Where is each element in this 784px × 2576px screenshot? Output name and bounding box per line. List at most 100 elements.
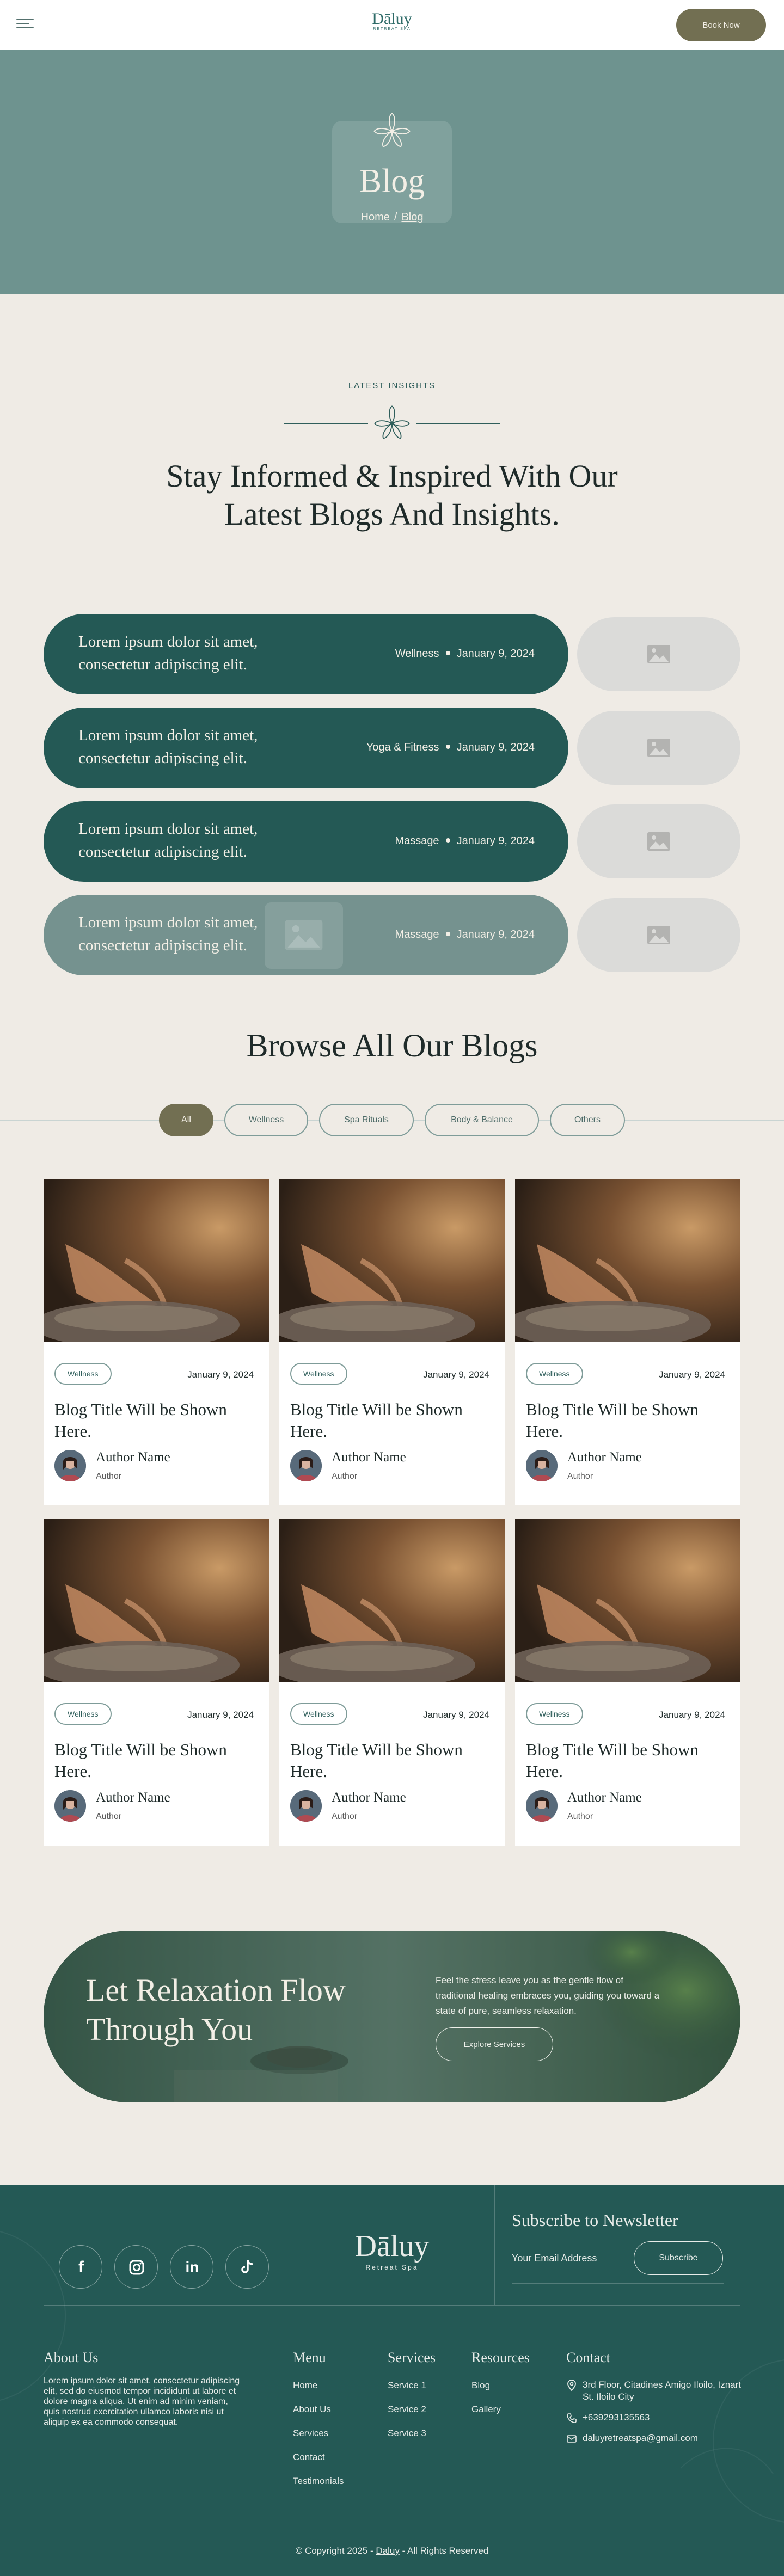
facebook-icon[interactable]: f	[59, 2245, 102, 2289]
section-title: Stay Informed & Inspired With Our Latest…	[0, 457, 784, 533]
contact-email[interactable]: daluyretreatspa@gmail.com	[566, 2432, 751, 2444]
latest-post-row[interactable]: Lorem ipsum dolor sit amet, consectetur …	[44, 614, 740, 694]
menu-icon[interactable]	[16, 19, 34, 30]
blog-card-title[interactable]: Blog Title Will be Shown Here.	[54, 1399, 250, 1442]
menu-title: Menu	[293, 2350, 326, 2365]
blog-card-title[interactable]: Blog Title Will be Shown Here.	[526, 1739, 722, 1782]
footer-link-services[interactable]: Services	[293, 2428, 344, 2452]
flower-icon	[373, 113, 411, 147]
latest-insights-section: LATEST INSIGHTS Stay Informed & Inspired…	[0, 294, 784, 1034]
latest-post-thumbnail[interactable]	[577, 898, 740, 972]
breadcrumb-home[interactable]: Home	[361, 211, 390, 223]
latest-post-thumbnail[interactable]	[577, 711, 740, 785]
filter-body-balance[interactable]: Body & Balance	[425, 1104, 539, 1136]
browse-title: Browse All Our Blogs	[246, 1028, 538, 1063]
blog-card[interactable]: Wellness January 9, 2024 Blog Title Will b…	[44, 1519, 269, 1846]
blog-card-title[interactable]: Blog Title Will be Shown Here.	[54, 1739, 250, 1782]
address-text: 3rd Floor, Citadines Amigo Iloilo, Iznar…	[583, 2380, 742, 2402]
latest-post-pill[interactable]: Lorem ipsum dolor sit amet, consectetur …	[44, 708, 568, 788]
latest-post-pill-hover[interactable]: Lorem ipsum dolor sit amet, consectetur …	[44, 895, 568, 975]
breadcrumb-current[interactable]: Blog	[401, 211, 423, 223]
footer-link-service-3[interactable]: Service 3	[388, 2428, 426, 2452]
author-role: Author	[332, 1812, 358, 1821]
footer-link-service-1[interactable]: Service 1	[388, 2380, 426, 2404]
section-title-line-2: Latest Blogs And Insights.	[224, 496, 560, 532]
filter-others[interactable]: Others	[550, 1104, 625, 1136]
site-logo[interactable]: Dāluy RETREAT SPA	[370, 11, 414, 32]
latest-post-thumbnail[interactable]	[577, 617, 740, 691]
section-eyebrow: LATEST INSIGHTS	[348, 381, 436, 390]
latest-post-row[interactable]: Lorem ipsum dolor sit amet, consectetur …	[44, 708, 740, 788]
blog-card-tag[interactable]: Wellness	[54, 1703, 112, 1725]
latest-post-row[interactable]: Lorem ipsum dolor sit amet, consectetur …	[44, 801, 740, 882]
phone-icon	[567, 2413, 577, 2423]
blog-card-image[interactable]	[44, 1519, 269, 1682]
latest-post-meta: Yoga & Fitness January 9, 2024	[366, 741, 535, 754]
contact-info: 3rd Floor, Citadines Amigo Iloilo, Iznar…	[566, 2379, 751, 2453]
footer-link-contact[interactable]: Contact	[293, 2452, 344, 2476]
flower-icon	[374, 405, 410, 439]
blog-card[interactable]: Wellness January 9, 2024 Blog Title Will b…	[515, 1519, 740, 1846]
book-now-button[interactable]: Book Now	[676, 9, 766, 41]
latest-post-thumbnail[interactable]	[577, 804, 740, 878]
post-category: Yoga & Fitness	[366, 741, 439, 753]
blog-card-tag[interactable]: Wellness	[54, 1363, 112, 1385]
post-date: January 9, 2024	[456, 741, 535, 753]
footer-resources-links: Blog Gallery	[471, 2380, 501, 2428]
blog-card-image[interactable]	[279, 1179, 505, 1342]
blog-card-tag[interactable]: Wellness	[290, 1363, 347, 1385]
blog-card-tag[interactable]: Wellness	[526, 1363, 583, 1385]
explore-services-button[interactable]: Explore Services	[436, 2027, 553, 2061]
contact-phone[interactable]: +639293135563	[566, 2412, 751, 2424]
footer-link-about[interactable]: About Us	[293, 2404, 344, 2428]
footer-link-gallery[interactable]: Gallery	[471, 2404, 501, 2428]
latest-post-row[interactable]: Lorem ipsum dolor sit amet, consectetur …	[44, 895, 740, 975]
latest-post-title: Lorem ipsum dolor sit amet, consectetur …	[78, 914, 258, 954]
footer-link-blog[interactable]: Blog	[471, 2380, 501, 2404]
subscribe-button[interactable]: Subscribe	[634, 2241, 723, 2275]
latest-post-pill[interactable]: Lorem ipsum dolor sit amet, consectetur …	[44, 801, 568, 882]
blog-card-image[interactable]	[44, 1179, 269, 1342]
blog-card[interactable]: Wellness January 9, 2024 Blog Title Will b…	[279, 1519, 505, 1846]
footer-logo-name: Dāluy	[354, 2229, 430, 2263]
filter-wellness[interactable]: Wellness	[224, 1104, 308, 1136]
blog-card-date: January 9, 2024	[187, 1369, 254, 1380]
blog-card[interactable]: Wellness January 9, 2024 Blog Title Will b…	[279, 1179, 505, 1505]
footer-link-home[interactable]: Home	[293, 2380, 344, 2404]
filter-all[interactable]: All	[159, 1104, 213, 1136]
blog-card-image[interactable]	[279, 1519, 505, 1682]
latest-post-title: Lorem ipsum dolor sit amet, consectetur …	[78, 633, 258, 673]
blog-card-title[interactable]: Blog Title Will be Shown Here.	[526, 1399, 722, 1442]
site-footer: f in Dāluy Retreat Spa Subscribe to News…	[0, 2185, 784, 2576]
blog-card-tag[interactable]: Wellness	[290, 1703, 347, 1725]
filter-spa-rituals[interactable]: Spa Rituals	[319, 1104, 414, 1136]
blog-card-tag[interactable]: Wellness	[526, 1703, 583, 1725]
blog-card-image[interactable]	[515, 1179, 740, 1342]
blog-card[interactable]: Wellness January 9, 2024 Blog Title Will b…	[515, 1179, 740, 1505]
author-avatar	[526, 1790, 558, 1822]
cta-title-line-2: Through You	[86, 2012, 253, 2047]
latest-post-pill[interactable]: Lorem ipsum dolor sit amet, consectetur …	[44, 614, 568, 694]
copyright-brand-link[interactable]: Daluy	[376, 2546, 399, 2556]
instagram-icon[interactable]	[114, 2245, 158, 2289]
blog-card-title[interactable]: Blog Title Will be Shown Here.	[290, 1399, 486, 1442]
linkedin-icon[interactable]: in	[170, 2245, 213, 2289]
cta-title-line-1: Let Relaxation Flow	[86, 1972, 346, 2008]
blog-card[interactable]: Wellness January 9, 2024 Blog Title Will b…	[44, 1179, 269, 1505]
cta-title: Let Relaxation Flow Through You	[86, 1971, 391, 2049]
tiktok-icon[interactable]	[225, 2245, 269, 2289]
blog-card-date: January 9, 2024	[659, 1369, 725, 1380]
blog-card-title[interactable]: Blog Title Will be Shown Here.	[290, 1739, 486, 1782]
image-placeholder-icon	[647, 926, 670, 944]
newsletter-email-input[interactable]	[512, 2242, 637, 2274]
email-text: daluyretreatspa@gmail.com	[583, 2433, 698, 2443]
footer-link-service-2[interactable]: Service 2	[388, 2404, 426, 2428]
phone-text: +639293135563	[583, 2412, 650, 2423]
author-role: Author	[96, 1812, 122, 1821]
newsletter-underline	[512, 2283, 724, 2284]
footer-link-testimonials[interactable]: Testimonials	[293, 2476, 344, 2500]
latest-post-meta: Massage January 9, 2024	[395, 835, 535, 847]
blog-card-image[interactable]	[515, 1519, 740, 1682]
footer-logo[interactable]: Dāluy Retreat Spa	[347, 2229, 437, 2271]
footer-logo-subtitle: Retreat Spa	[365, 2264, 419, 2271]
